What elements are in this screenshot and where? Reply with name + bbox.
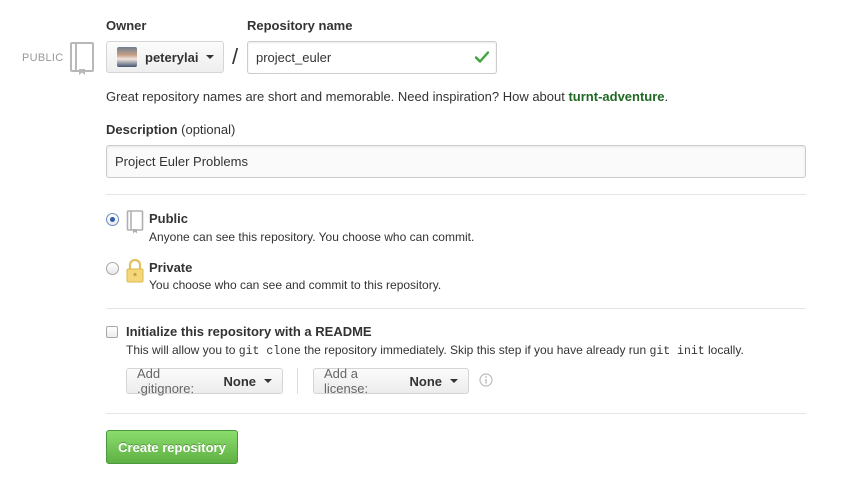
owner-label: Owner (106, 18, 147, 33)
info-icon[interactable] (479, 373, 493, 387)
license-value: None (409, 373, 443, 389)
divider (106, 413, 806, 414)
private-option-desc: You choose who can see and commit to thi… (149, 278, 442, 292)
divider (106, 194, 806, 195)
public-tag: PUBLIC (22, 52, 64, 64)
owner-name: peterylai (145, 49, 199, 65)
readme-checkbox[interactable] (106, 326, 118, 338)
gitignore-select[interactable]: Add .gitignore: None (126, 366, 283, 396)
check-icon (474, 51, 490, 63)
readme-title: Initialize this repository with a README (126, 324, 372, 339)
readme-desc-1: This will allow you to (126, 343, 239, 357)
public-option-title: Public (149, 211, 189, 226)
radio-public[interactable] (106, 213, 119, 226)
chevron-down-icon (450, 379, 458, 383)
avatar (117, 47, 137, 67)
private-option-title: Private (149, 260, 193, 275)
readme-desc-3: locally. (704, 343, 744, 357)
owner-repo-separator: / (232, 44, 239, 69)
readme-description: This will allow you to git clone the rep… (126, 343, 744, 358)
hint-text: Great repository names are short and mem… (106, 89, 569, 104)
license-select[interactable]: Add a license: None (313, 366, 469, 396)
book-icon (126, 210, 144, 234)
description-input[interactable] (106, 145, 806, 178)
description-optional: (optional) (181, 122, 236, 137)
code-git-init: git init (649, 345, 705, 358)
description-label: Description (optional) (106, 122, 235, 137)
repo-name-input[interactable] (247, 41, 497, 74)
public-option-desc: Anyone can see this repository. You choo… (149, 230, 475, 244)
owner-select[interactable]: peterylai (106, 41, 224, 73)
gitignore-value: None (223, 373, 257, 389)
chevron-down-icon (206, 55, 215, 59)
hint-end: . (664, 89, 669, 104)
create-repository-button[interactable]: Create repository (106, 430, 238, 464)
repo-book-icon (70, 42, 94, 75)
lock-icon (126, 258, 144, 283)
name-suggestion-link[interactable]: turnt-adventure (568, 89, 664, 104)
select-divider (297, 368, 298, 394)
radio-private[interactable] (106, 262, 119, 275)
gitignore-label: Add .gitignore: (137, 366, 195, 396)
description-label-text: Description (106, 122, 178, 137)
divider (106, 308, 806, 309)
repo-name-label: Repository name (247, 18, 353, 33)
readme-desc-2: the repository immediately. Skip this st… (300, 343, 650, 357)
code-git-clone: git clone (238, 345, 301, 358)
name-hint: Great repository names are short and mem… (106, 89, 668, 104)
license-label: Add a license: (324, 366, 369, 396)
chevron-down-icon (264, 379, 272, 383)
